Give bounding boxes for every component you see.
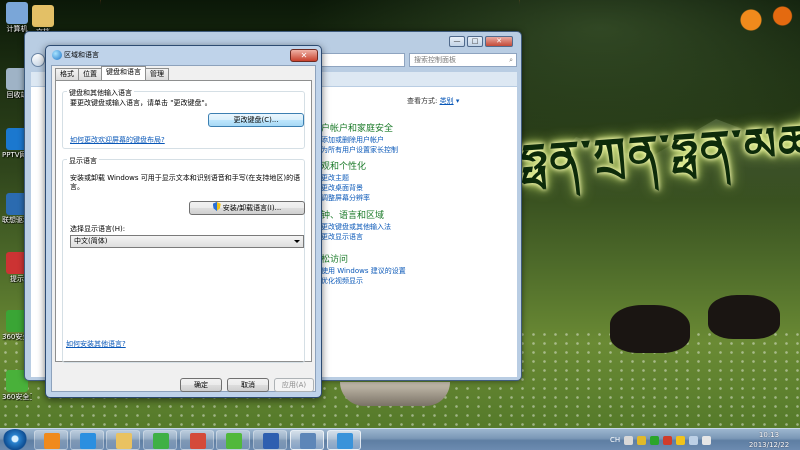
view-by: 查看方式: 类别 ▾ bbox=[407, 96, 459, 106]
install-other-languages-link[interactable]: 如何安装其他语言? bbox=[66, 339, 126, 349]
dialog-title: 区域和语言 bbox=[64, 51, 99, 59]
clock-time: 10:13 bbox=[758, 431, 780, 439]
shield-icon[interactable] bbox=[676, 435, 686, 445]
tab-strip: 格式 位置 键盘和语言 管理 bbox=[55, 66, 169, 80]
clock[interactable]: 10:13 2013/12/22 bbox=[745, 430, 793, 450]
taskbar-control-panel-button[interactable] bbox=[290, 430, 324, 450]
flag-icon[interactable] bbox=[663, 435, 673, 445]
taskbar-360-security-button[interactable] bbox=[216, 430, 250, 450]
tab[interactable]: 键盘和语言 bbox=[101, 66, 146, 80]
360-security-icon bbox=[226, 433, 242, 449]
change-keyboard-button[interactable]: 更改键盘(C)... bbox=[208, 113, 304, 127]
app-icon bbox=[32, 5, 54, 27]
display-language-value: 中文(简体) bbox=[74, 237, 108, 245]
view-by-dropdown[interactable]: 类别 bbox=[440, 97, 454, 105]
360-tray-icon[interactable] bbox=[650, 435, 660, 445]
taskbar-word-button[interactable] bbox=[253, 430, 287, 450]
tab[interactable]: 位置 bbox=[78, 68, 102, 80]
install-uninstall-label: 安装/卸载语言(I)... bbox=[222, 204, 282, 212]
system-tray: CH bbox=[610, 429, 712, 450]
wallpaper-text: ཧྥན་ཀྲན་ཧྥན་མཚར bbox=[519, 111, 800, 189]
mail-app-icon bbox=[190, 433, 206, 449]
taskbar-file-explorer-button[interactable] bbox=[106, 430, 140, 450]
category: 松访问 使用 Windows 建议的设置 优化视频显示 bbox=[287, 254, 511, 286]
category: 钟、语言和区域 更改键盘或其他输入法 更改显示语言 bbox=[287, 210, 511, 242]
install-uninstall-languages-button[interactable]: 安装/卸载语言(I)... bbox=[189, 201, 305, 215]
taskbar-360-browser-button[interactable] bbox=[143, 430, 177, 450]
maximize-button[interactable]: □ bbox=[467, 36, 483, 47]
close-button[interactable]: ✕ bbox=[485, 36, 513, 47]
tab[interactable]: 管理 bbox=[145, 68, 169, 80]
display-group-title: 显示语言 bbox=[67, 156, 99, 166]
close-button[interactable]: ✕ bbox=[290, 49, 318, 62]
category-link[interactable]: 为所有用户设置家长控制 bbox=[321, 145, 511, 155]
category-title[interactable]: 户帐户和家庭安全 bbox=[321, 123, 511, 135]
input-language-indicator[interactable]: CH bbox=[610, 436, 620, 444]
view-by-label: 查看方式: bbox=[407, 97, 438, 105]
search-icon: ⌕ bbox=[509, 56, 513, 64]
category-link[interactable]: 使用 Windows 建议的设置 bbox=[321, 266, 511, 276]
bowl bbox=[340, 382, 450, 406]
taskbar: CH 10:13 2013/12/22 bbox=[0, 428, 800, 450]
taskbar-mail-app-button[interactable] bbox=[180, 430, 214, 450]
category-link[interactable]: 调整屏幕分辨率 bbox=[321, 193, 511, 203]
ok-button[interactable]: 确定 bbox=[180, 378, 222, 392]
file-explorer-icon bbox=[116, 433, 132, 449]
category-link[interactable]: 优化视频显示 bbox=[321, 276, 511, 286]
taskbar-internet-explorer-button[interactable] bbox=[70, 430, 104, 450]
chevron-down-icon bbox=[294, 240, 300, 243]
minimize-button[interactable]: — bbox=[449, 36, 465, 47]
category-title[interactable]: 松访问 bbox=[321, 254, 511, 266]
category-title[interactable]: 观和个性化 bbox=[321, 161, 511, 173]
display-language-label: 选择显示语言(H): bbox=[70, 225, 126, 233]
taskbar-media-player-button[interactable] bbox=[34, 430, 68, 450]
keyboard-icon[interactable] bbox=[624, 435, 634, 445]
cancel-button[interactable]: 取消 bbox=[227, 378, 269, 392]
region-language-icon bbox=[337, 433, 353, 449]
ime-icon[interactable] bbox=[637, 435, 647, 445]
internet-explorer-icon bbox=[80, 433, 96, 449]
category-title[interactable]: 钟、语言和区域 bbox=[321, 210, 511, 222]
desktop-icon-label: 360安全卫士 bbox=[2, 393, 32, 401]
display-description-1: 安装或卸载 Windows 可用于显示文本和识别语音和手写(在支持地区)的语 bbox=[70, 174, 301, 182]
category: 户帐户和家庭安全 添加或删除用户帐户 为所有用户设置家长控制 bbox=[287, 123, 511, 155]
keyboard-description: 要更改键盘或输入语言，请单击 "更改键盘"。 bbox=[70, 99, 212, 107]
yak bbox=[708, 295, 780, 339]
chevron-down-icon: ▾ bbox=[455, 97, 460, 105]
category-link[interactable]: 更改桌面背景 bbox=[321, 183, 511, 193]
display-language-select[interactable]: 中文(简体) bbox=[70, 235, 304, 248]
region-language-dialog[interactable]: 区域和语言 ✕ 格式 位置 键盘和语言 管理 键盘和其他输入语言 要更改键盘或输入语言… bbox=[45, 45, 322, 398]
category-link[interactable]: 更改键盘或其他输入法 bbox=[321, 222, 511, 232]
category-link[interactable]: 添加或删除用户帐户 bbox=[321, 135, 511, 145]
apply-button[interactable]: 应用(A) bbox=[274, 378, 314, 392]
word-icon bbox=[263, 433, 279, 449]
globe-icon bbox=[52, 50, 62, 60]
category: 观和个性化 更改主题 更改桌面背景 调整屏幕分辨率 bbox=[287, 161, 511, 203]
category-link[interactable]: 更改显示语言 bbox=[321, 232, 511, 242]
dialog-body: 格式 位置 键盘和语言 管理 键盘和其他输入语言 要更改键盘或输入语言，请单击 "更改… bbox=[51, 65, 316, 392]
tab-panel-keyboards-languages: 键盘和其他输入语言 要更改键盘或输入语言，请单击 "更改键盘"。 更改键盘(C)… bbox=[55, 80, 312, 363]
display-description-2: 言。 bbox=[70, 183, 84, 191]
app-icon bbox=[6, 2, 28, 24]
shield-icon bbox=[212, 202, 221, 211]
control-panel-icon bbox=[300, 433, 316, 449]
display-language-group: 显示语言 安装或卸载 Windows 可用于显示文本和识别语音和手写(在支持地区… bbox=[62, 156, 305, 363]
360-browser-icon bbox=[153, 433, 169, 449]
network-icon[interactable] bbox=[689, 435, 699, 445]
keyboard-group-title: 键盘和其他输入语言 bbox=[67, 88, 134, 98]
category-link[interactable]: 更改主题 bbox=[321, 173, 511, 183]
volume-icon[interactable] bbox=[702, 435, 712, 445]
taskbar-region-language-button[interactable] bbox=[327, 430, 361, 450]
keyboard-group: 键盘和其他输入语言 要更改键盘或输入语言，请单击 "更改键盘"。 更改键盘(C)… bbox=[62, 88, 305, 149]
search-input[interactable]: 搜索控制面板 ⌕ bbox=[409, 53, 517, 67]
search-placeholder: 搜索控制面板 bbox=[414, 56, 456, 64]
start-button[interactable] bbox=[2, 429, 28, 450]
flowers bbox=[730, 0, 800, 40]
clock-date: 2013/12/22 bbox=[748, 441, 790, 449]
tab[interactable]: 格式 bbox=[55, 68, 79, 80]
back-button[interactable] bbox=[31, 53, 45, 67]
yak bbox=[610, 305, 690, 353]
welcome-keyboard-link[interactable]: 如何更改欢迎屏幕的键盘布局? bbox=[70, 135, 165, 145]
media-player-icon bbox=[44, 433, 60, 449]
